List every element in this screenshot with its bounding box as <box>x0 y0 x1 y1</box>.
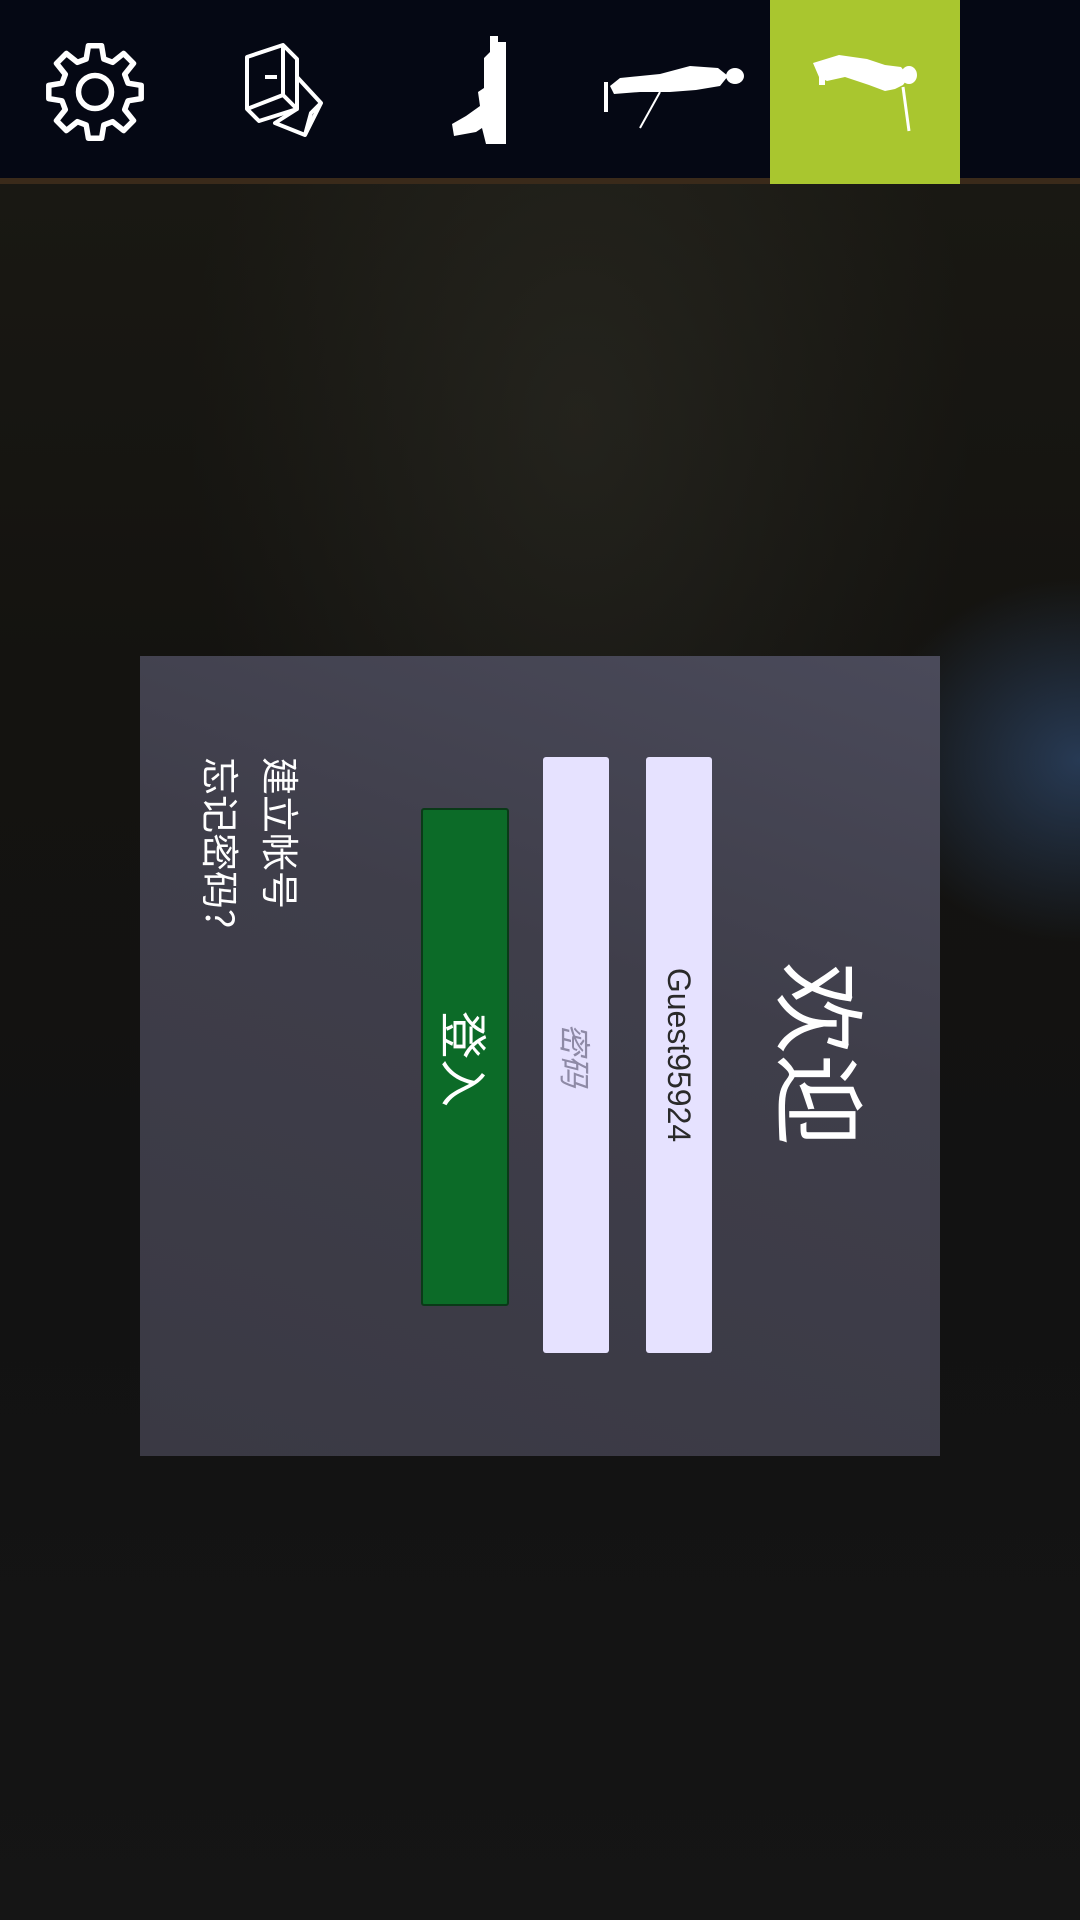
welcome-title: 欢迎 <box>763 962 870 1147</box>
tab-settings[interactable] <box>0 0 190 184</box>
tab-blocks[interactable] <box>190 0 380 184</box>
tab-weapon[interactable] <box>390 0 580 184</box>
cubes-icon <box>245 43 323 137</box>
top-icon-bar <box>0 0 1080 184</box>
forgot-password-link[interactable]: 忘记密码？ <box>197 757 241 947</box>
username-field[interactable]: Guest95924 <box>646 757 712 1353</box>
pistol-icon <box>452 36 506 144</box>
soldier-prone-icon <box>604 66 744 129</box>
login-button[interactable]: 登入 <box>421 808 509 1306</box>
password-field[interactable]: 密码 <box>543 757 609 1353</box>
tab-character[interactable] <box>580 0 770 184</box>
password-placeholder: 密码 <box>556 1022 592 1087</box>
gear-icon <box>46 43 144 141</box>
soldier-standing-icon <box>813 55 917 132</box>
username-value: Guest95924 <box>661 967 698 1143</box>
tab-character-active[interactable] <box>770 0 960 184</box>
create-account-link[interactable]: 建立帐号 <box>257 757 301 909</box>
login-button-label: 登入 <box>434 1010 490 1107</box>
login-panel: 欢迎 Guest95924 密码 登入 建立帐号 忘记密码？ <box>140 656 940 1456</box>
